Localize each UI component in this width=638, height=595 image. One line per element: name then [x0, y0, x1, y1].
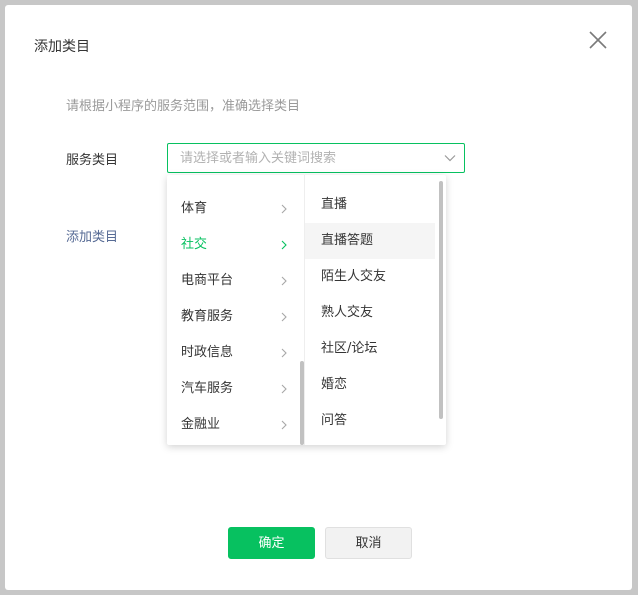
- cascader-option-automotive[interactable]: 汽车服务: [167, 371, 295, 407]
- cascader-option-qa[interactable]: 问答: [305, 403, 435, 439]
- option-label: 金融业: [181, 417, 221, 432]
- cascader-option-finance[interactable]: 金融业: [167, 407, 295, 443]
- chevron-right-icon: [281, 420, 287, 430]
- option-label: 体育: [181, 201, 208, 216]
- cascader-level2-list: 直播 直播答题 陌生人交友 熟人交友 社区/论坛 婚恋 问答: [305, 175, 446, 445]
- option-label: 直播答题: [321, 233, 374, 248]
- option-label: 教育服务: [181, 309, 234, 324]
- category-search-input[interactable]: [180, 144, 430, 172]
- option-label: 社交: [181, 237, 208, 252]
- chevron-right-icon: [281, 240, 287, 250]
- category-select[interactable]: [167, 143, 465, 173]
- cancel-button[interactable]: 取消: [325, 527, 412, 559]
- confirm-button[interactable]: 确定: [228, 527, 315, 559]
- chevron-down-icon: [444, 155, 456, 162]
- cascader-option-education[interactable]: 教育服务: [167, 299, 295, 335]
- option-label: 电商平台: [181, 273, 234, 288]
- option-label: 社区/论坛: [321, 341, 378, 356]
- level1-scrollbar[interactable]: [300, 361, 304, 445]
- cascader-option-social[interactable]: 社交: [167, 227, 295, 263]
- level2-scrollbar[interactable]: [439, 181, 443, 419]
- chevron-right-icon: [281, 312, 287, 322]
- close-icon: [589, 31, 607, 49]
- cascader-option-live-quiz[interactable]: 直播答题: [305, 223, 435, 259]
- hint-text: 请根据小程序的服务范围，准确选择类目: [66, 99, 301, 114]
- add-category-link[interactable]: 添加类目: [66, 226, 118, 245]
- cascader-option-acquaintance-social[interactable]: 熟人交友: [305, 295, 435, 331]
- close-button[interactable]: [587, 29, 609, 51]
- option-label: 熟人交友: [321, 305, 374, 320]
- category-cascader: 体育 社交 电商平台 教育服务 时政信息 汽车服务 金融业 直播 直播答题 陌生…: [167, 175, 446, 445]
- chevron-right-icon: [281, 276, 287, 286]
- option-label: 婚恋: [321, 377, 348, 392]
- cascader-level1-list: 体育 社交 电商平台 教育服务 时政信息 汽车服务 金融业: [167, 175, 305, 445]
- service-category-label: 服务类目: [66, 153, 119, 168]
- option-label: 时政信息: [181, 345, 234, 360]
- option-label: 汽车服务: [181, 381, 234, 396]
- cascader-option-community-forum[interactable]: 社区/论坛: [305, 331, 435, 367]
- cascader-option-stranger-dating[interactable]: 陌生人交友: [305, 259, 435, 295]
- chevron-right-icon: [281, 204, 287, 214]
- option-label: 问答: [321, 413, 348, 428]
- option-label: 直播: [321, 197, 348, 212]
- add-category-dialog: 添加类目 请根据小程序的服务范围，准确选择类目 服务类目 添加类目 体育 社交 …: [5, 5, 632, 590]
- cascader-option-sports[interactable]: 体育: [167, 191, 295, 227]
- option-label: 陌生人交友: [321, 269, 387, 284]
- cascader-option-live[interactable]: 直播: [305, 187, 435, 223]
- dialog-title: 添加类目: [34, 39, 90, 55]
- cascader-option-ecommerce[interactable]: 电商平台: [167, 263, 295, 299]
- chevron-right-icon: [281, 384, 287, 394]
- cascader-option-marriage[interactable]: 婚恋: [305, 367, 435, 403]
- chevron-right-icon: [281, 348, 287, 358]
- cascader-option-politics[interactable]: 时政信息: [167, 335, 295, 371]
